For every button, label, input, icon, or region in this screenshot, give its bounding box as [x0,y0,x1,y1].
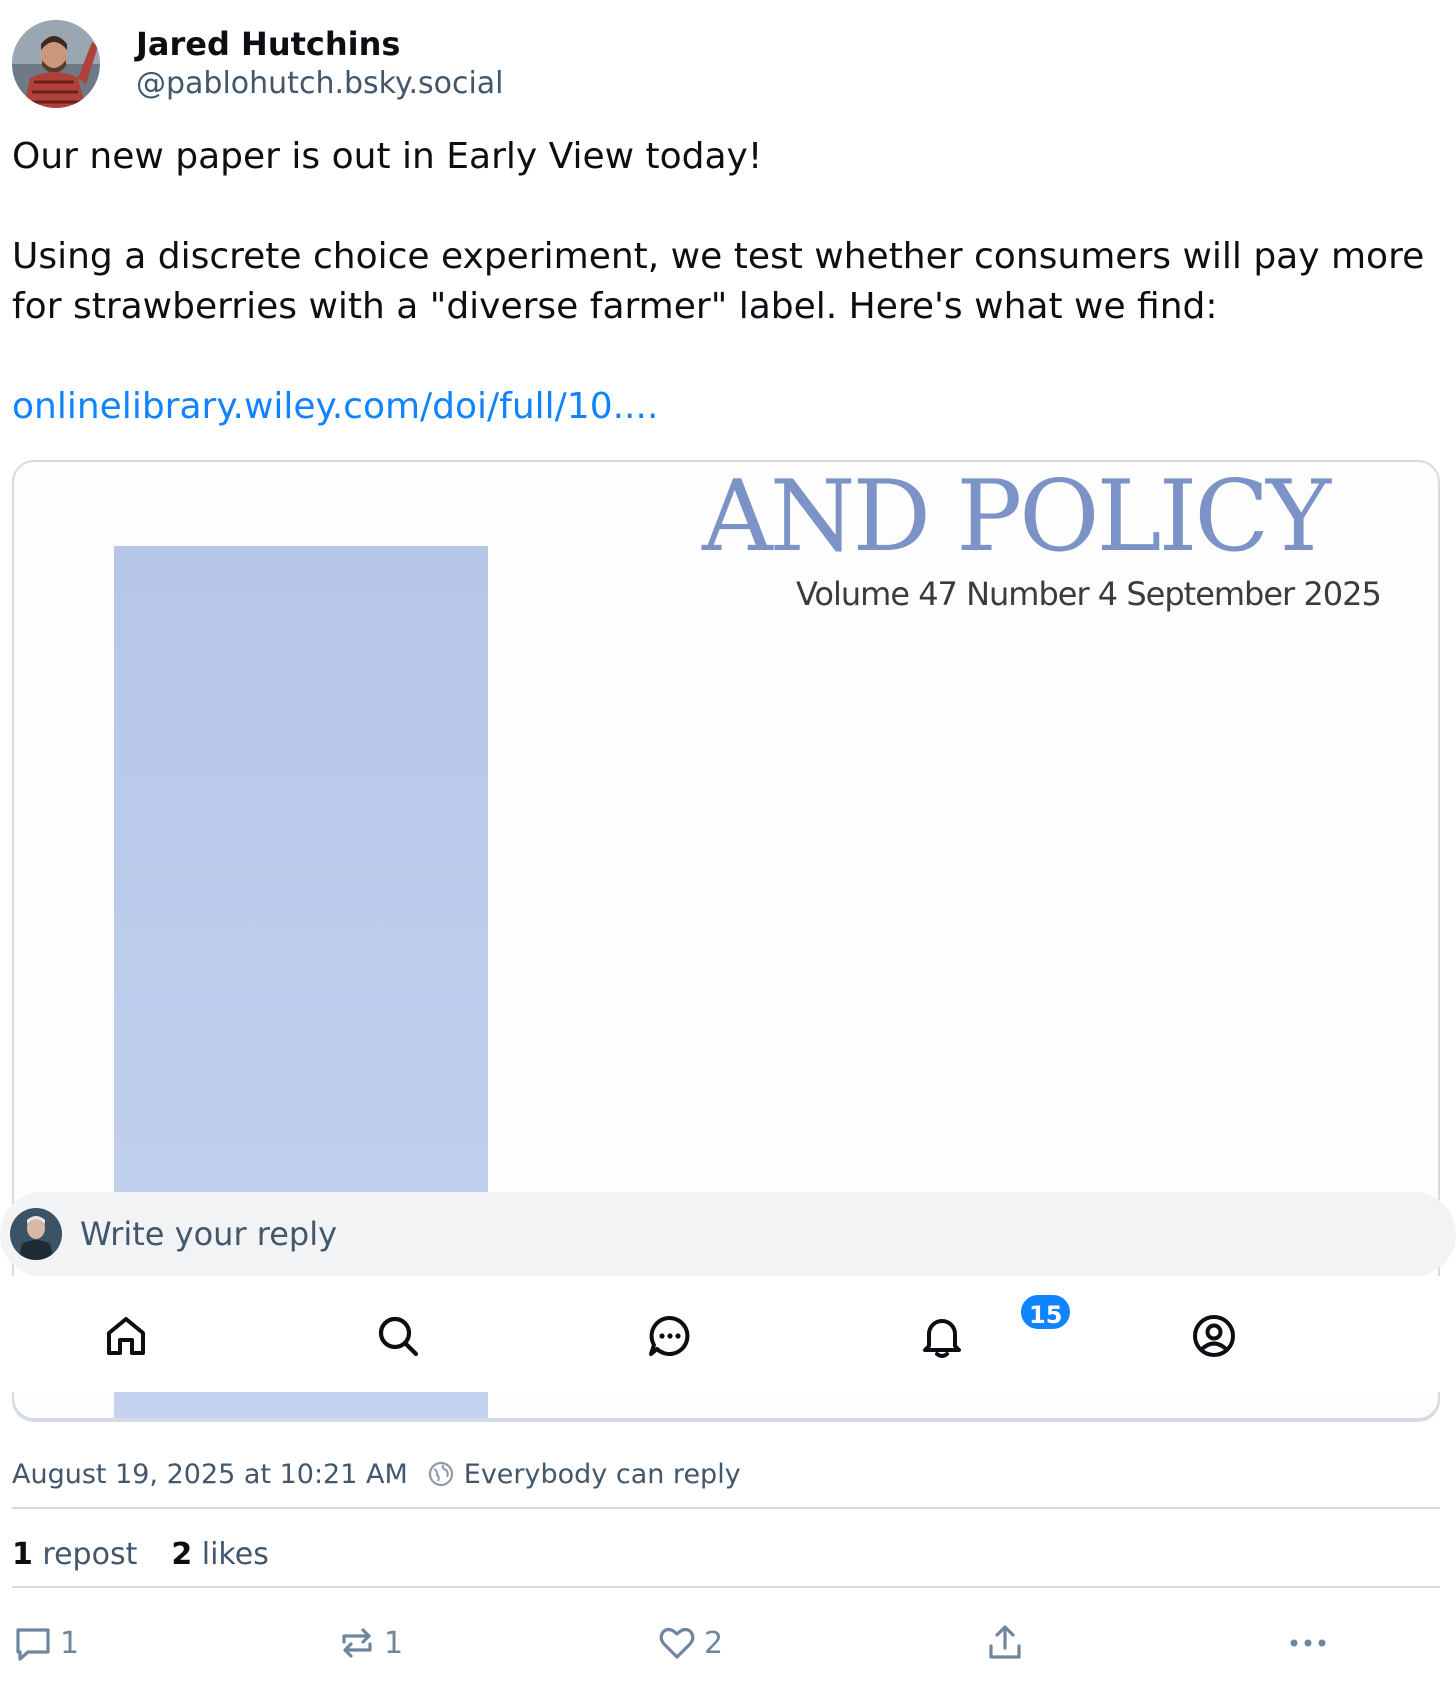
profile-icon [1193,1315,1235,1357]
repost-icon [342,1628,372,1658]
author-avatar[interactable] [12,20,100,108]
author-handle[interactable]: @pablohutch.bsky.social [136,64,504,104]
post-link[interactable]: onlinelibrary.wiley.com/doi/full/10.... [12,386,658,427]
nav-home[interactable] [96,1306,156,1366]
author-display-name[interactable]: Jared Hutchins [136,24,504,64]
like-count: 2 [704,1625,724,1661]
post-body: Our new paper is out in Early View today… [12,132,1432,432]
reply-icon [16,1628,50,1661]
reply-button[interactable]: 1 [12,1622,79,1664]
bell-icon [923,1319,961,1358]
nav-profile[interactable] [1184,1306,1244,1366]
nav-notifications[interactable] [912,1306,972,1366]
post-text-line2: Using a discrete choice experiment, we t… [12,236,1425,327]
link-card-bottom-edge [12,1392,1440,1422]
chat-icon [649,1315,690,1356]
nav-chat[interactable] [640,1306,700,1366]
likes-count: 2 [171,1536,193,1572]
repost-button[interactable]: 1 [336,1622,403,1664]
reply-input[interactable]: Write your reply [80,1215,337,1253]
divider [12,1507,1440,1509]
share-button[interactable] [984,1622,1032,1664]
user-avatar [10,1208,62,1260]
post-stats: 1 repost 2 likes [12,1532,303,1576]
reposts-label: repost [42,1536,138,1572]
reply-composer-bar[interactable]: Write your reply [0,1192,1456,1276]
more-options-button[interactable] [1286,1622,1336,1664]
reposts-count: 1 [12,1536,33,1572]
bottom-navigation [0,1276,1456,1392]
nav-search[interactable] [368,1306,428,1366]
search-icon [378,1316,419,1357]
reply-setting[interactable]: Everybody can reply [464,1459,741,1490]
post-author[interactable]: Jared Hutchins @pablohutch.bsky.social [12,20,504,108]
journal-issue: Volume 47 Number 4 September 2025 [796,575,1382,613]
likes-label: likes [201,1536,269,1572]
post-text-line1: Our new paper is out in Early View today… [12,136,763,177]
journal-title: AND POLICY [702,460,1331,574]
home-icon [107,1317,145,1355]
globe-icon [428,1461,454,1487]
heart-icon [659,1627,695,1659]
divider [12,1586,1440,1588]
repost-count: 1 [384,1625,404,1661]
like-button[interactable]: 2 [656,1622,723,1664]
share-icon [989,1625,1021,1659]
more-icon [1290,1639,1326,1647]
post-meta: August 19, 2025 at 10:21 AM Everybody ca… [12,1452,741,1496]
likes-stat[interactable]: 2 likes [171,1537,268,1572]
reposts-stat[interactable]: 1 repost [12,1537,137,1572]
reply-count: 1 [60,1625,80,1661]
post-actions: 1 1 2 [0,1618,1456,1674]
notifications-badge: 15 [1018,1292,1074,1332]
post-timestamp: August 19, 2025 at 10:21 AM [12,1458,408,1490]
